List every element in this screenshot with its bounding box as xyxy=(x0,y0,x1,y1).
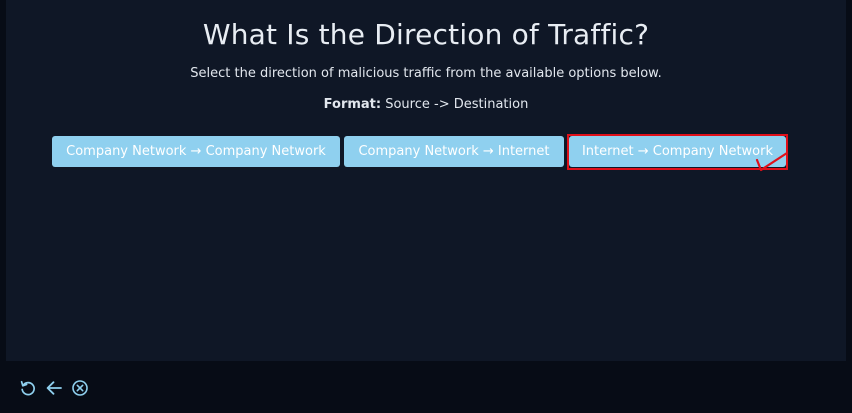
format-hint: Format: Source -> Destination xyxy=(6,97,846,112)
back-arrow-icon[interactable] xyxy=(44,378,64,398)
format-value: Source -> Destination xyxy=(381,97,529,112)
option-company-to-internet-button[interactable]: Company Network → Internet xyxy=(344,136,564,167)
option-company-to-company-button[interactable]: Company Network → Company Network xyxy=(52,136,340,167)
quiz-screen: What Is the Direction of Traffic? Select… xyxy=(0,0,852,413)
close-circle-icon[interactable] xyxy=(70,378,90,398)
footer-toolbar xyxy=(18,378,90,398)
question-instruction: Select the direction of malicious traffi… xyxy=(190,66,662,81)
option-internet-to-company-button[interactable]: Internet → Company Network xyxy=(569,136,786,167)
question-panel: What Is the Direction of Traffic? Select… xyxy=(6,0,846,361)
question-title: What Is the Direction of Traffic? xyxy=(202,18,650,51)
restart-icon[interactable] xyxy=(18,378,38,398)
format-label: Format: xyxy=(323,97,382,112)
